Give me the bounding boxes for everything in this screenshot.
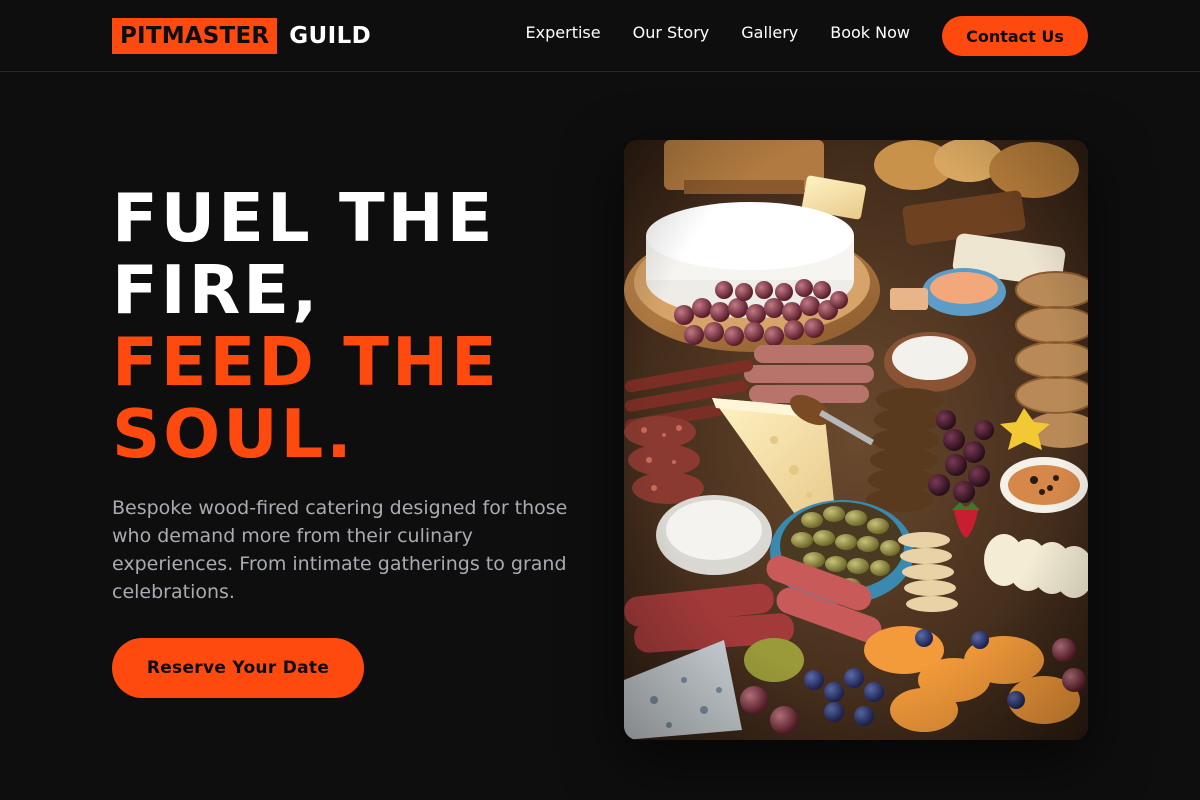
main-nav: Expertise Our Story Gallery Book Now <box>526 22 910 44</box>
headline-accent-line: FEED THE <box>112 323 500 401</box>
nav-link-expertise[interactable]: Expertise <box>526 22 601 44</box>
site-header: PITMASTER GUILD Expertise Our Story Gall… <box>0 0 1200 72</box>
hero-headline: FUEL THE FIRE, FEED THE SOUL. <box>112 182 592 470</box>
brand-logo[interactable]: PITMASTER GUILD <box>112 18 371 54</box>
charcuterie-platter-illustration <box>624 140 1088 740</box>
hero-food-image <box>624 140 1088 740</box>
nav-link-our-story[interactable]: Our Story <box>633 22 710 44</box>
headline-line: FIRE, <box>112 251 321 329</box>
nav-link-gallery[interactable]: Gallery <box>741 22 798 44</box>
headline-line: FUEL THE <box>112 179 496 257</box>
contact-us-button[interactable]: Contact Us <box>942 16 1088 56</box>
logo-primary-text: PITMASTER <box>112 18 278 54</box>
reserve-date-button[interactable]: Reserve Your Date <box>112 638 364 698</box>
headline-accent-line: SOUL. <box>112 395 355 473</box>
logo-secondary-text: GUILD <box>289 23 372 49</box>
nav-link-book-now[interactable]: Book Now <box>830 22 910 44</box>
hero-description: Bespoke wood-fired catering designed for… <box>112 497 568 603</box>
